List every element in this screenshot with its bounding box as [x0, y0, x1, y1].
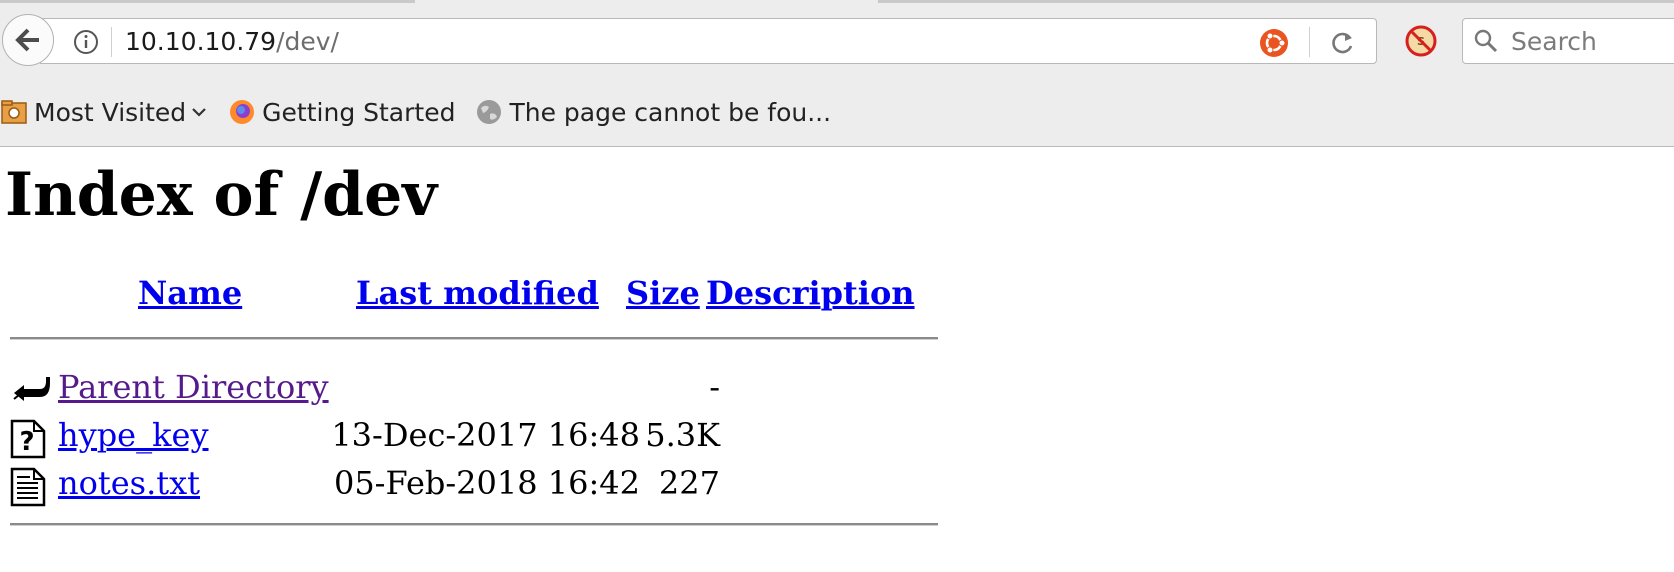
firefox-icon: [230, 100, 255, 124]
search-placeholder: Search: [1511, 27, 1597, 56]
search-icon: [1474, 29, 1498, 53]
column-header-name[interactable]: Name: [138, 273, 242, 313]
file-size: 5.3K: [645, 416, 720, 454]
table-row: ? hype_key 13-Dec-2017 16:48 5.3K: [0, 411, 940, 459]
file-link-hype-key[interactable]: hype_key: [58, 415, 209, 455]
unknown-file-icon: ?: [10, 419, 46, 459]
bookmark-label: Most Visited: [34, 97, 187, 127]
file-size: -: [709, 368, 720, 406]
svg-text:?: ?: [19, 427, 34, 457]
most-visited-icon: [1, 100, 27, 124]
table-row: notes.txt 05-Feb-2018 16:42 227: [0, 459, 940, 507]
back-button[interactable]: [2, 14, 54, 66]
table-row: Parent Directory -: [0, 363, 940, 411]
page-title: Index of /dev: [5, 160, 438, 230]
bookmark-most-visited[interactable]: Most Visited: [0, 90, 208, 134]
bookmark-label: The page cannot be fou...: [509, 97, 832, 127]
file-modified: 05-Feb-2018 16:42: [333, 464, 640, 502]
back-folder-icon: [13, 377, 50, 401]
url-path: /dev/: [276, 27, 339, 56]
url-text[interactable]: 10.10.10.79/dev/: [125, 25, 339, 59]
text-file-icon: [10, 467, 46, 507]
bookmarks-toolbar: Most Visited Getting Started The page ca…: [0, 90, 851, 134]
divider: [10, 337, 938, 340]
file-size: 227: [658, 464, 720, 502]
file-modified: 13-Dec-2017 16:48: [331, 416, 640, 454]
globe-icon: [477, 100, 502, 124]
browser-chrome: 10.10.10.79/dev/ S Search: [0, 0, 1674, 147]
address-bar[interactable]: 10.10.10.79/dev/: [40, 18, 1377, 64]
noscript-icon[interactable]: S: [1404, 24, 1438, 58]
reload-icon[interactable]: [1329, 29, 1357, 57]
tab-strip-edge: [0, 0, 1674, 4]
file-link-notes-txt[interactable]: notes.txt: [58, 463, 200, 503]
divider: [10, 523, 938, 526]
file-link-parent-directory[interactable]: Parent Directory: [58, 367, 329, 407]
url-host: 10.10.10.79: [125, 27, 277, 56]
ubuntu-icon[interactable]: [1259, 28, 1289, 58]
directory-listing-page: Index of /dev Name Last modified Size De…: [0, 147, 1674, 572]
search-bar[interactable]: Search: [1462, 18, 1674, 64]
bookmark-label: Getting Started: [262, 97, 456, 127]
column-header-size[interactable]: Size: [626, 273, 700, 313]
chevron-down-icon: [192, 108, 206, 117]
back-arrow-icon: [15, 28, 39, 52]
column-header-last-modified[interactable]: Last modified: [356, 273, 599, 313]
column-header-description[interactable]: Description: [706, 273, 915, 313]
bookmark-getting-started[interactable]: Getting Started: [228, 90, 455, 134]
info-icon[interactable]: [73, 29, 99, 55]
bookmark-page-cannot-be-found[interactable]: The page cannot be fou...: [475, 90, 831, 134]
